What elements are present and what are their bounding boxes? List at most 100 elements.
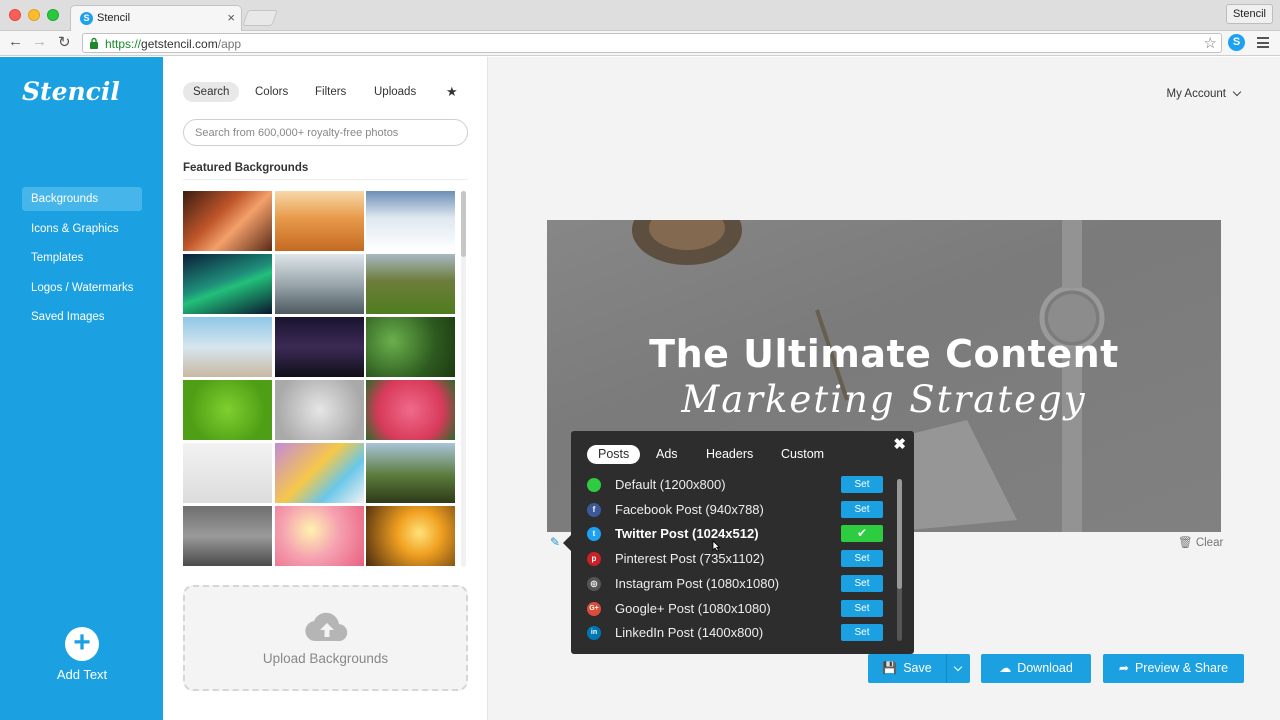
thumbnail-tree-cliff[interactable]: [366, 443, 455, 503]
popover-scrollbar[interactable]: [897, 479, 902, 641]
editor-workspace: My Account The Ultimate Content Marketin…: [488, 57, 1280, 720]
thumbnail-ivy-leaves[interactable]: [366, 317, 455, 377]
size-row-twitter[interactable]: t Twitter Post (1024x512) ✔: [587, 523, 883, 545]
new-tab-button[interactable]: [242, 10, 278, 26]
tab-custom[interactable]: Custom: [781, 445, 824, 464]
reload-icon[interactable]: ↻: [58, 33, 71, 51]
thumbnail-blank-card[interactable]: [183, 443, 272, 503]
tab-filters[interactable]: Filters: [315, 82, 346, 102]
download-button[interactable]: ☁ Download: [981, 654, 1091, 683]
close-icon[interactable]: ✖: [893, 435, 906, 453]
size-row-default[interactable]: Default (1200x800) Set: [587, 474, 883, 496]
size-label: Google+ Post (1080x1080): [615, 600, 771, 616]
maximize-window-button[interactable]: [47, 9, 59, 21]
set-size-button[interactable]: Set: [841, 476, 883, 493]
divider: [183, 179, 468, 180]
size-row-instagram[interactable]: ◎ Instagram Post (1080x1080) Set: [587, 573, 883, 595]
size-row-google-plus[interactable]: G+ Google+ Post (1080x1080) Set: [587, 598, 883, 620]
size-row-pinterest[interactable]: p Pinterest Post (735x1102) Set: [587, 548, 883, 570]
save-button[interactable]: 💾 Save: [868, 654, 946, 683]
back-arrow-icon[interactable]: ←: [8, 33, 23, 50]
canvas-subline-text[interactable]: Marketing Strategy: [547, 378, 1221, 421]
set-size-button[interactable]: Set: [841, 550, 883, 568]
thumbnail-stone-flower[interactable]: [275, 380, 364, 440]
thumbnail-orange-slot-canyon[interactable]: [183, 191, 272, 251]
upload-backgrounds-dropzone[interactable]: Upload Backgrounds: [183, 585, 468, 691]
pinterest-icon: p: [587, 552, 601, 567]
stencil-extension-icon[interactable]: S: [1228, 34, 1245, 51]
thumbnail-gift-boxes[interactable]: [275, 443, 364, 503]
set-size-button[interactable]: Set: [841, 500, 883, 518]
preview-share-button[interactable]: ➦ Preview & Share: [1103, 654, 1244, 683]
thumbnail-rose-petals[interactable]: [275, 506, 364, 566]
my-account-menu[interactable]: My Account: [1166, 87, 1242, 100]
browser-profile-button[interactable]: Stencil: [1225, 4, 1273, 24]
linkedin-icon: in: [587, 626, 601, 641]
tab-posts[interactable]: Posts: [587, 445, 641, 464]
scrollbar-handle[interactable]: [897, 479, 902, 589]
clear-canvas-button[interactable]: 🗑 Clear: [1178, 535, 1223, 549]
thumbnail-green-grass[interactable]: [183, 380, 272, 440]
stencil-favicon-icon: S: [80, 12, 93, 25]
favorites-star-icon[interactable]: ★: [446, 82, 458, 102]
chevron-down-icon: [1232, 87, 1242, 97]
hamburger-menu-icon[interactable]: [1257, 37, 1269, 48]
close-window-button[interactable]: [9, 9, 21, 21]
google-plus-icon: G+: [587, 601, 601, 616]
thumbnail-candle-wood[interactable]: [183, 506, 272, 566]
tab-title: Stencil: [97, 12, 131, 24]
sidebar-item-saved-images[interactable]: Saved Images: [22, 305, 142, 329]
canvas-size-popover: ✖ Posts Ads Headers Custom Default (1200…: [563, 431, 914, 654]
thumbnail-sunset-silhouette[interactable]: [366, 506, 455, 566]
instagram-icon: ◎: [587, 576, 601, 591]
pencil-edit-icon[interactable]: ✎: [550, 535, 560, 549]
thumbnail-pink-flowers[interactable]: [366, 380, 455, 440]
stencil-logo[interactable]: Stencil: [22, 77, 120, 106]
size-label: LinkedIn Post (1400x800): [615, 625, 764, 641]
tab-close-icon[interactable]: ×: [227, 10, 235, 25]
set-size-button[interactable]: Set: [841, 599, 883, 617]
thumbnail-scrollbar[interactable]: [461, 191, 466, 567]
featured-backgrounds-title: Featured Backgrounds: [183, 162, 309, 174]
set-size-button[interactable]: Set: [841, 624, 883, 642]
size-label: Pinterest Post (735x1102): [615, 551, 765, 567]
sidebar-item-icons-graphics[interactable]: Icons & Graphics: [22, 217, 142, 241]
thumbnail-snowy-trees[interactable]: [366, 191, 455, 251]
save-options-dropdown[interactable]: [946, 654, 970, 683]
photo-search-input[interactable]: [183, 119, 468, 146]
set-size-button[interactable]: Set: [841, 574, 883, 592]
url-protocol: https://: [105, 37, 142, 51]
cloud-download-icon: ☁: [999, 661, 1012, 675]
thumbnail-green-hills[interactable]: [366, 254, 455, 314]
tab-uploads[interactable]: Uploads: [374, 82, 416, 102]
forward-arrow-icon[interactable]: →: [32, 33, 47, 50]
sidebar-item-logos-watermarks[interactable]: Logos / Watermarks: [22, 276, 142, 300]
canvas-headline-text[interactable]: The Ultimate Content: [547, 332, 1221, 376]
upload-backgrounds-label: Upload Backgrounds: [262, 651, 389, 666]
tab-colors[interactable]: Colors: [255, 82, 288, 102]
tab-headers[interactable]: Headers: [706, 445, 753, 464]
background-thumbnail-grid: [183, 191, 457, 567]
size-row-facebook[interactable]: f Facebook Post (940x788) Set: [587, 499, 883, 521]
thumbnail-mountain-balloon[interactable]: [275, 254, 364, 314]
tab-search[interactable]: Search: [183, 82, 240, 102]
selected-check-button[interactable]: ✔: [841, 525, 883, 543]
cloud-upload-icon: [305, 612, 348, 641]
add-text-button[interactable]: + Add Text: [54, 627, 110, 683]
floppy-disk-icon: 💾: [882, 661, 898, 675]
sidebar-item-templates[interactable]: Templates: [22, 246, 142, 270]
thumbnail-desert-dunes[interactable]: [275, 191, 364, 251]
my-account-label: My Account: [1166, 88, 1226, 100]
size-row-linkedin[interactable]: in LinkedIn Post (1400x800) Set: [587, 622, 883, 644]
trash-icon: 🗑: [1178, 537, 1193, 549]
thumbnail-aurora-borealis[interactable]: [183, 254, 272, 314]
scrollbar-handle[interactable]: [461, 191, 466, 257]
bookmark-star-icon[interactable]: ☆: [1204, 34, 1217, 52]
browser-tab[interactable]: S Stencil ×: [70, 5, 242, 32]
minimize-window-button[interactable]: [28, 9, 40, 21]
address-bar[interactable]: https://getstencil.com/app ☆: [82, 33, 1222, 53]
tab-ads[interactable]: Ads: [656, 445, 678, 464]
sidebar-item-backgrounds[interactable]: Backgrounds: [22, 187, 142, 211]
thumbnail-wooden-pier[interactable]: [183, 317, 272, 377]
thumbnail-night-bridge[interactable]: [275, 317, 364, 377]
